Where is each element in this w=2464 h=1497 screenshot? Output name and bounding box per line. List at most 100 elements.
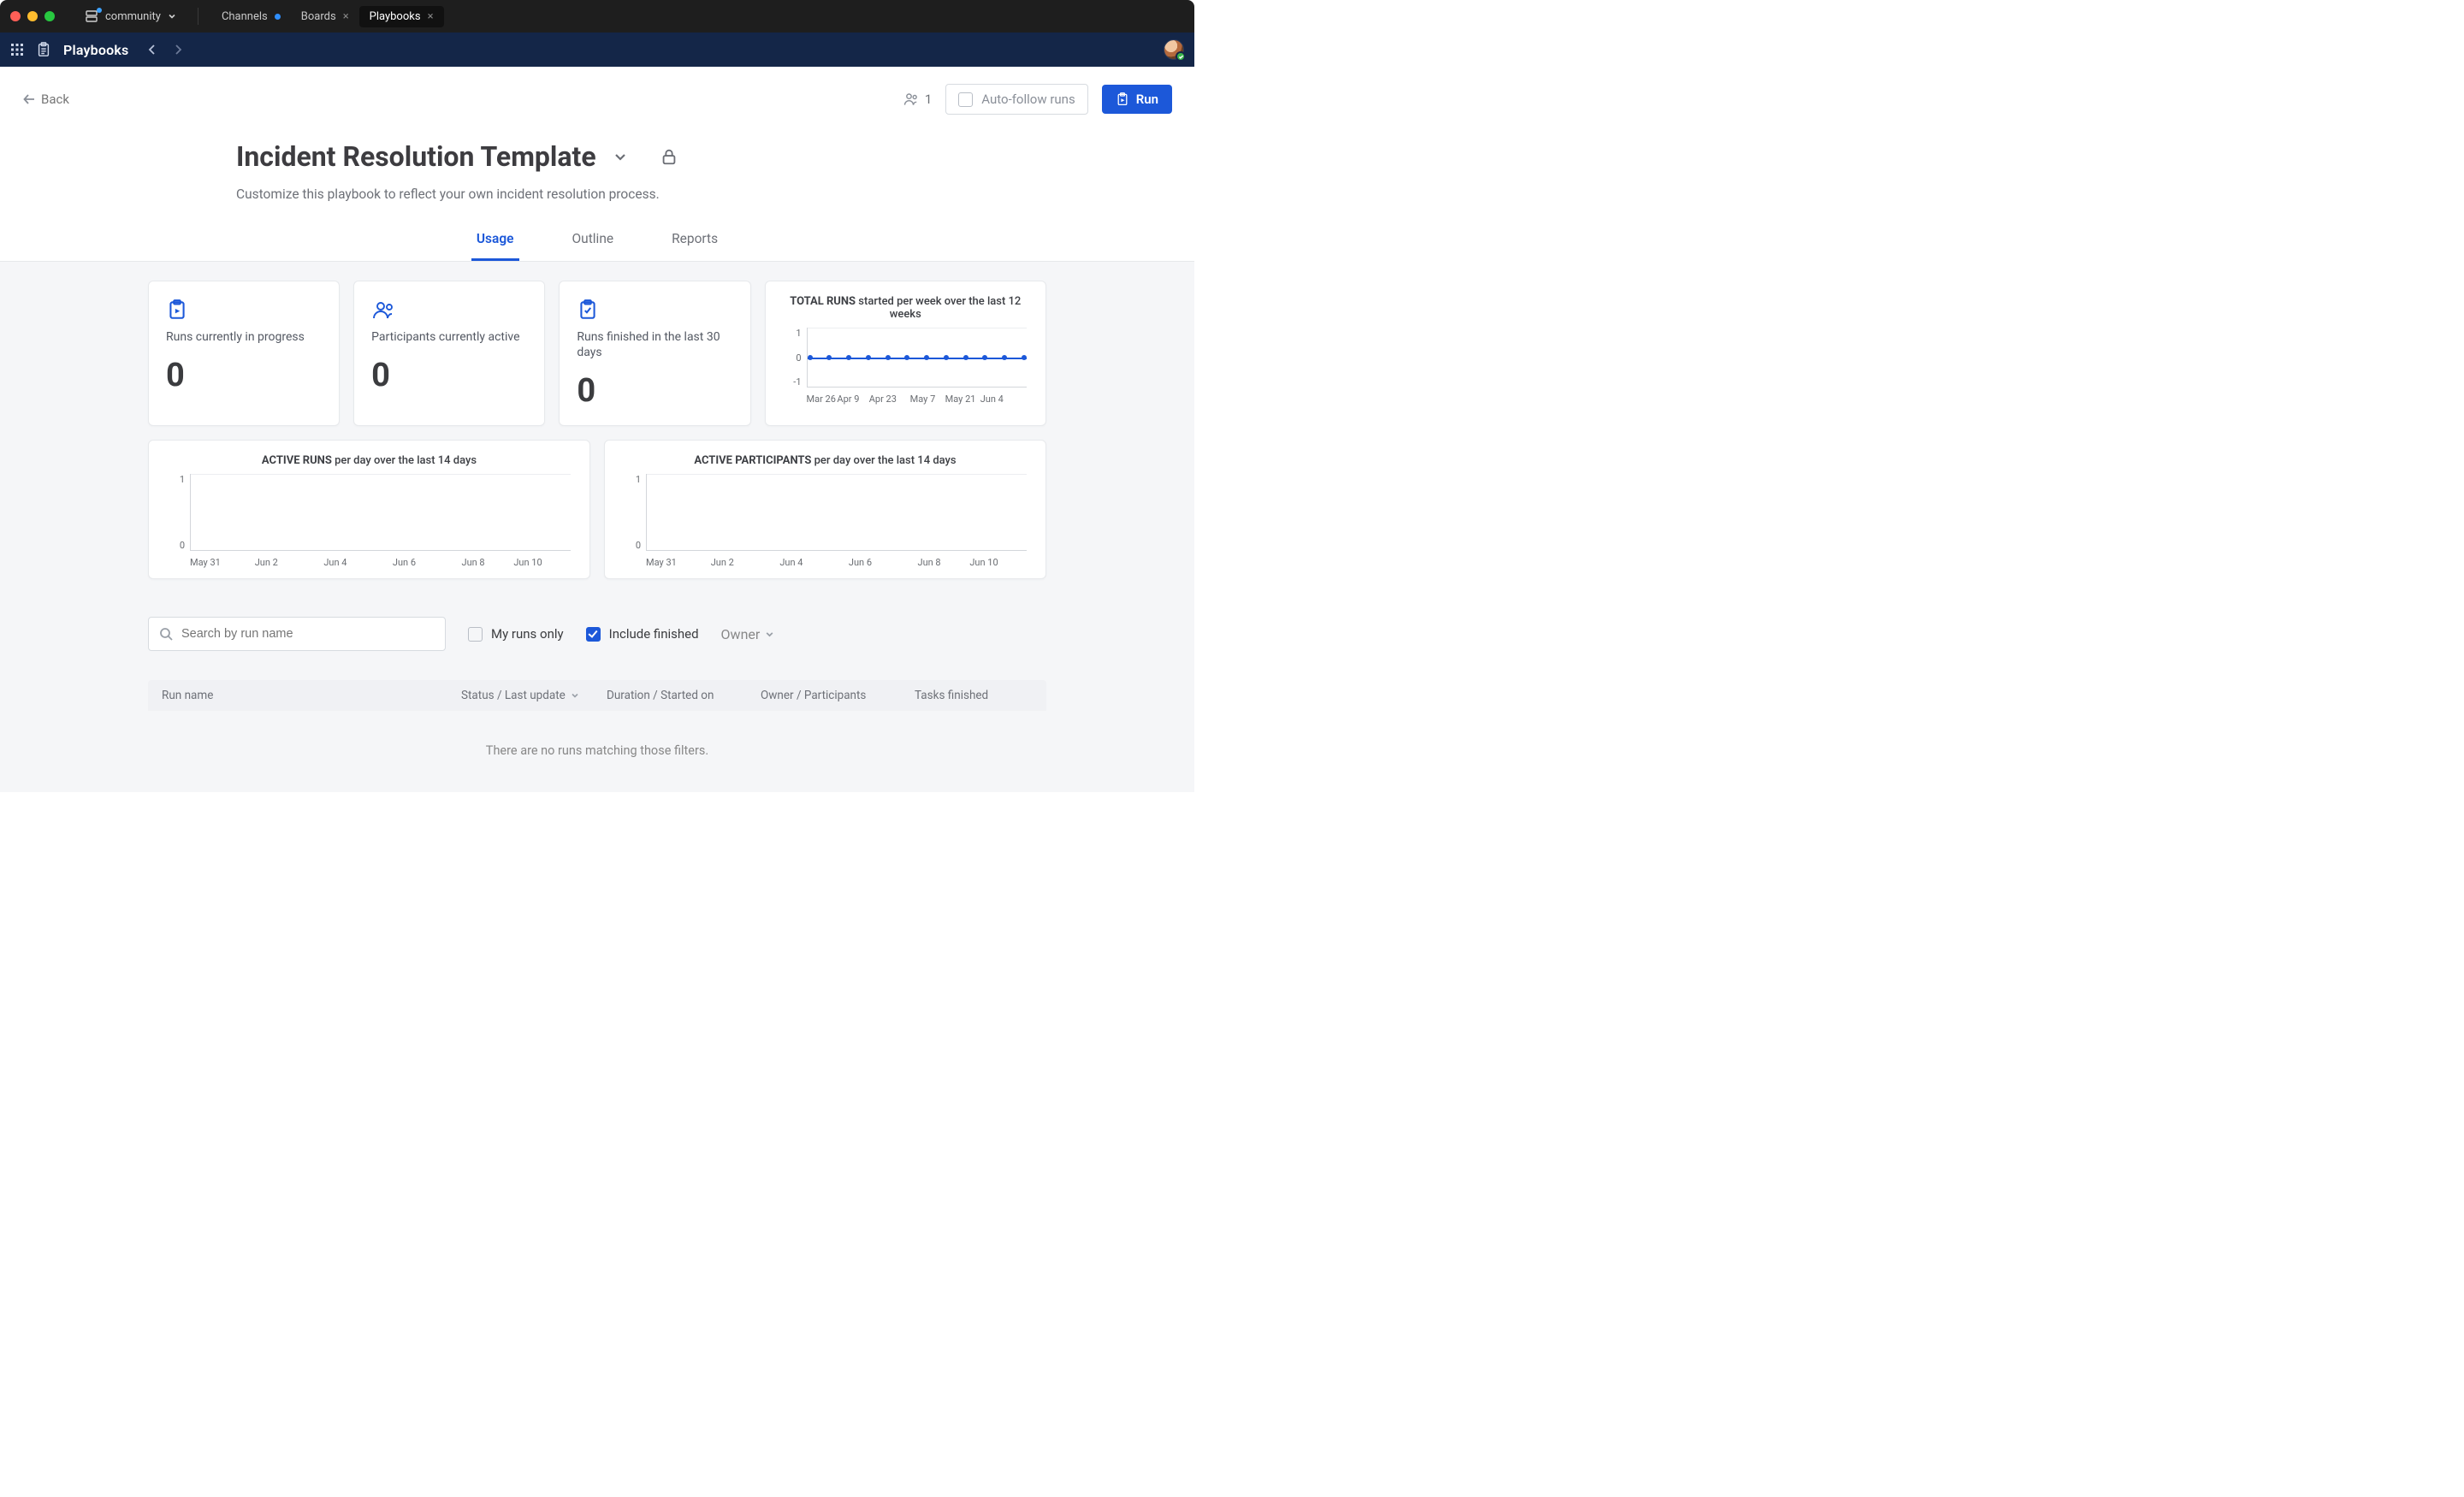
- stat-value: 0: [371, 357, 527, 394]
- apps-grid-icon[interactable]: [10, 43, 24, 56]
- chart-title-bold: TOTAL RUNS: [790, 295, 856, 308]
- chevron-down-icon[interactable]: [612, 148, 629, 165]
- search-input-wrapper[interactable]: [148, 617, 446, 651]
- presence-online-icon: [1176, 51, 1186, 62]
- checkbox-checked-icon: [586, 627, 601, 642]
- x-tick: Jun 4: [779, 557, 803, 568]
- x-tick: Jun 4: [980, 393, 1004, 405]
- mac-titlebar: community Channels Boards × Playbooks ×: [0, 0, 1194, 33]
- dropdown-label: Owner: [721, 626, 761, 642]
- stat-participants-active: Participants currently active 0: [353, 281, 545, 426]
- filter-label: My runs only: [491, 626, 564, 642]
- tab-channels[interactable]: Channels: [211, 6, 291, 27]
- chart-title: ACTIVE PARTICIPANTS per day over the las…: [620, 454, 1030, 467]
- lock-icon[interactable]: [660, 147, 678, 166]
- stat-label: Runs currently in progress: [166, 329, 322, 345]
- tab-boards[interactable]: Boards ×: [291, 6, 359, 27]
- tab-label: Channels: [222, 10, 268, 23]
- search-input[interactable]: [181, 627, 435, 641]
- checkbox-unchecked-icon: [958, 92, 973, 107]
- plot-area: [807, 328, 1027, 388]
- stat-value: 0: [577, 372, 732, 410]
- stat-runs-in-progress: Runs currently in progress 0: [148, 281, 340, 426]
- chevron-down-icon: [571, 691, 579, 700]
- x-tick: Jun 10: [513, 557, 542, 568]
- workspace-name: community: [105, 10, 161, 23]
- y-tick: 1: [164, 474, 185, 485]
- chart-title-bold: ACTIVE RUNS: [262, 454, 332, 467]
- close-icon[interactable]: ×: [343, 10, 349, 23]
- owner-dropdown[interactable]: Owner: [721, 626, 775, 642]
- close-window-button[interactable]: [10, 11, 21, 21]
- y-tick: 0: [164, 540, 185, 551]
- clipboard-play-icon: [166, 299, 322, 321]
- workspace-switcher[interactable]: community: [76, 6, 185, 27]
- chart-active-participants: ACTIVE PARTICIPANTS per day over the las…: [604, 440, 1046, 579]
- auto-follow-toggle[interactable]: Auto-follow runs: [945, 84, 1087, 115]
- col-status[interactable]: Status / Last update: [461, 689, 607, 702]
- col-run-name[interactable]: Run name: [162, 689, 461, 702]
- x-tick: May 7: [910, 393, 936, 405]
- unread-dot-icon: [97, 8, 102, 13]
- checkbox-unchecked-icon: [468, 627, 483, 642]
- maximize-window-button[interactable]: [44, 11, 55, 21]
- x-tick: Jun 8: [918, 557, 941, 568]
- x-tick: Jun 6: [849, 557, 872, 568]
- x-tick: Jun 2: [711, 557, 734, 568]
- y-tick: 1: [620, 474, 641, 485]
- col-owner[interactable]: Owner / Participants: [761, 689, 915, 702]
- tab-reports[interactable]: Reports: [666, 231, 723, 261]
- chart-title-bold: ACTIVE PARTICIPANTS: [694, 454, 811, 467]
- tab-outline[interactable]: Outline: [567, 231, 619, 261]
- x-axis: May 31 Jun 2 Jun 4 Jun 6 Jun 8 Jun 10: [646, 557, 1027, 568]
- chevron-down-icon: [168, 12, 176, 21]
- col-label: Status / Last update: [461, 689, 566, 702]
- chart-active-runs: ACTIVE RUNS per day over the last 14 day…: [148, 440, 590, 579]
- empty-state-message: There are no runs matching those filters…: [148, 743, 1046, 758]
- x-tick: May 31: [190, 557, 221, 568]
- chart-title-rest: started per week over the last 12 weeks: [856, 295, 1021, 321]
- nav-arrows: [145, 43, 185, 56]
- chart-title-rest: per day over the last 14 days: [332, 454, 477, 467]
- nav-back-button[interactable]: [145, 43, 159, 56]
- x-tick: Jun 2: [255, 557, 278, 568]
- current-user-avatar[interactable]: [1164, 39, 1184, 60]
- col-duration[interactable]: Duration / Started on: [607, 689, 761, 702]
- tab-label: Boards: [301, 10, 336, 23]
- chart-title: ACTIVE RUNS per day over the last 14 day…: [164, 454, 574, 467]
- include-finished-toggle[interactable]: Include finished: [586, 626, 699, 642]
- participants-count[interactable]: 1: [903, 91, 932, 108]
- x-tick: Jun 8: [462, 557, 485, 568]
- minimize-window-button[interactable]: [27, 11, 38, 21]
- y-tick: 0: [620, 540, 641, 551]
- page-header: Back 1 Auto-follow runs Run: [0, 67, 1194, 115]
- x-tick: Apr 23: [869, 393, 897, 405]
- data-markers: [808, 358, 1027, 363]
- chart-total-runs: TOTAL RUNS started per week over the las…: [765, 281, 1046, 426]
- window-controls: [10, 11, 55, 21]
- run-button[interactable]: Run: [1102, 85, 1172, 114]
- x-tick: Mar 26: [807, 393, 836, 405]
- x-tick: Jun 6: [393, 557, 416, 568]
- my-runs-only-toggle[interactable]: My runs only: [468, 626, 564, 642]
- tab-usage[interactable]: Usage: [471, 231, 519, 261]
- nav-forward-button[interactable]: [171, 43, 185, 56]
- playbook-subtitle: Customize this playbook to reflect your …: [236, 186, 1194, 202]
- y-tick: -1: [781, 376, 802, 388]
- y-axis: 1 0 -1: [781, 328, 802, 388]
- col-tasks[interactable]: Tasks finished: [915, 689, 1033, 702]
- filter-row: My runs only Include finished Owner: [148, 617, 1046, 651]
- unread-dot-icon: [275, 14, 281, 20]
- back-button[interactable]: Back: [22, 92, 69, 107]
- tab-playbooks[interactable]: Playbooks ×: [359, 6, 444, 27]
- close-icon[interactable]: ×: [428, 10, 434, 23]
- filter-label: Include finished: [609, 626, 699, 642]
- back-label: Back: [41, 92, 69, 107]
- app-bar: Playbooks: [0, 33, 1194, 67]
- playbook-title[interactable]: Incident Resolution Template: [236, 140, 596, 173]
- stat-label: Runs finished in the last 30 days: [577, 329, 732, 360]
- chevron-down-icon: [765, 630, 774, 639]
- people-icon: [371, 299, 527, 321]
- top-tabs: Channels Boards × Playbooks ×: [211, 6, 444, 27]
- x-tick: Apr 9: [837, 393, 859, 405]
